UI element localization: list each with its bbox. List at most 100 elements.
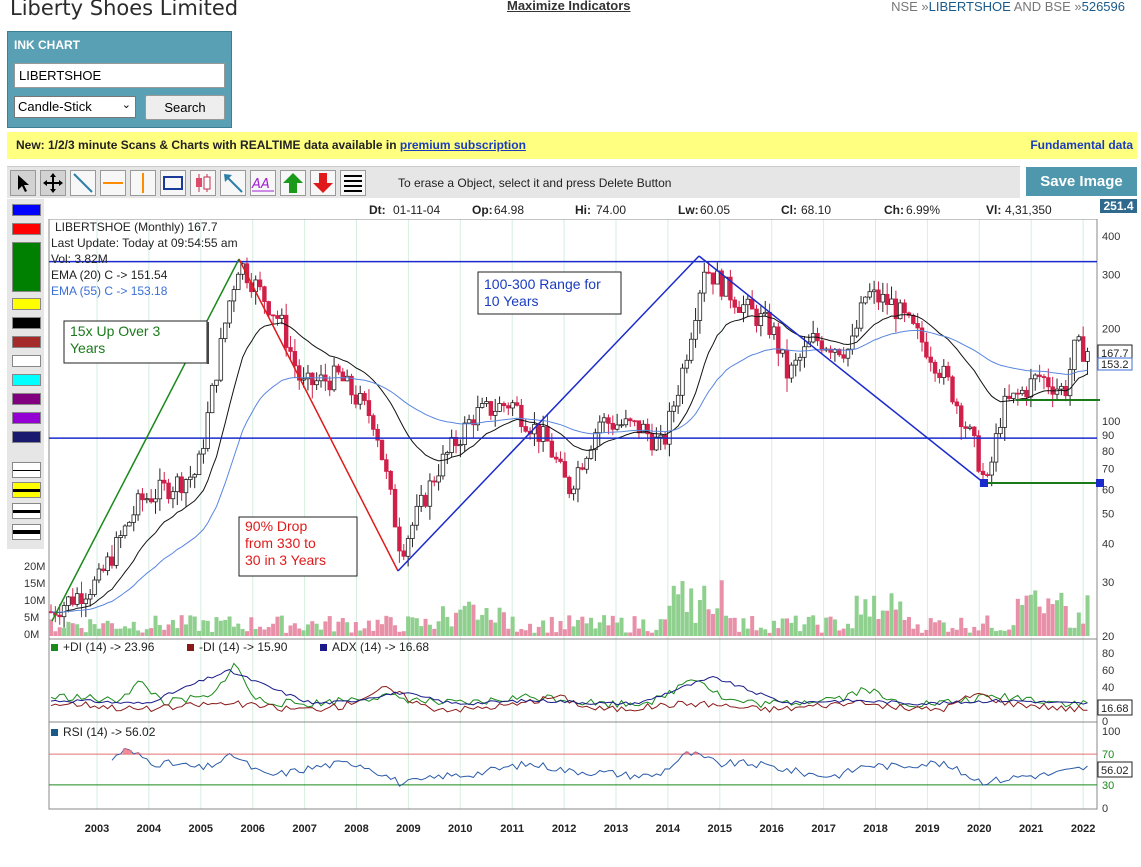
move-icon[interactable]	[40, 170, 66, 196]
candle-body	[658, 434, 663, 438]
year-label: 2017	[811, 823, 835, 835]
year-label: 2010	[448, 823, 472, 835]
volume-bar	[528, 623, 533, 636]
volume-bar	[336, 621, 341, 636]
volume-bar	[1015, 598, 1020, 636]
premium-subscription-link[interactable]: premium subscription	[400, 138, 526, 152]
candle-body	[192, 474, 197, 478]
volume-bar	[1002, 630, 1007, 636]
rsi-tick-label: 70	[1102, 749, 1114, 761]
candle-body	[902, 302, 907, 314]
candle-body	[741, 304, 746, 313]
volume-bar	[484, 608, 489, 636]
last-price-badge: 251.4	[1100, 199, 1137, 213]
volume-bar	[1076, 612, 1081, 636]
trendline-icon[interactable]	[70, 170, 96, 196]
volume-bar	[1041, 613, 1046, 636]
candle-body	[523, 426, 528, 432]
volume-bar	[493, 622, 498, 636]
chart-type-select[interactable]: Candle-Stick ⌄	[14, 96, 136, 118]
pointer-icon[interactable]	[10, 170, 36, 196]
candle-body	[410, 524, 415, 539]
candle-body	[1076, 336, 1082, 341]
candle-body	[549, 440, 555, 458]
ch-value: 6.99%	[906, 203, 941, 217]
volume-bar	[227, 616, 232, 636]
volume-bar	[893, 609, 898, 636]
volume-bar	[210, 631, 215, 636]
down-arrow-icon[interactable]	[310, 170, 336, 196]
vertical-line-icon[interactable]	[130, 170, 156, 196]
annotation-range[interactable]: 100-300 Range for 10 Years	[477, 271, 622, 315]
volume-bar	[240, 628, 245, 636]
candle-body	[135, 493, 141, 516]
fundamental-data-link[interactable]: Fundamental data	[1030, 132, 1133, 159]
up-arrow-icon[interactable]	[280, 170, 306, 196]
nse-code-link[interactable]: LIBERTSHOE	[929, 0, 1011, 14]
arrow-line-icon[interactable]	[220, 170, 246, 196]
bse-code-link[interactable]: 526596	[1082, 0, 1125, 14]
candle-body	[945, 365, 951, 378]
horizontal-line-icon[interactable]	[100, 170, 126, 196]
volume-bar	[1081, 623, 1086, 636]
candle-body	[628, 418, 633, 422]
volume-bar	[597, 622, 602, 636]
volume-bar	[724, 615, 729, 636]
volume-tick-label: 0M	[24, 629, 39, 641]
volume-bar	[214, 617, 219, 636]
text-icon[interactable]: AA	[250, 170, 276, 196]
legend-update: Last Update: Today at 09:54:55 am	[51, 236, 238, 250]
candle-body	[223, 322, 228, 339]
price-tick-label: 300	[1102, 269, 1120, 281]
save-image-button[interactable]: Save Image	[1026, 167, 1137, 196]
svg-text:AA: AA	[251, 177, 270, 192]
search-button[interactable]: Search	[145, 95, 225, 120]
candle-body	[74, 593, 80, 605]
volume-bar	[771, 620, 776, 636]
candle-body	[1024, 389, 1029, 398]
candle-body	[689, 338, 694, 361]
price-chart[interactable]: 4003002001009080706050403020 20M15M10M5M…	[0, 219, 1141, 842]
candle-body	[980, 470, 986, 476]
volume-bar	[301, 630, 306, 636]
volume-bar	[1024, 595, 1029, 636]
candle-icon[interactable]	[190, 170, 216, 196]
volume-bar	[623, 632, 628, 636]
volume-bar	[1050, 604, 1055, 636]
symbol-input[interactable]: LIBERTSHOE	[14, 63, 225, 88]
rectangle-icon[interactable]	[160, 170, 186, 196]
volume-bar	[880, 610, 885, 636]
drawing-toolbar: AA To erase a Object, select it and pres…	[7, 166, 1020, 198]
candle-body	[553, 456, 559, 460]
volume-bar	[462, 605, 467, 636]
volume-bar	[641, 619, 646, 636]
candle-body	[70, 596, 75, 605]
candle-body	[771, 326, 777, 335]
color-swatch[interactable]	[12, 204, 41, 216]
price-tick-label: 40	[1102, 538, 1114, 550]
candle-body	[275, 315, 280, 319]
volume-bar	[989, 627, 994, 636]
candle-body	[466, 419, 472, 424]
volume-bar	[406, 616, 411, 636]
volume-bar	[410, 617, 415, 636]
volume-bar	[332, 631, 337, 636]
candle-body	[96, 568, 102, 581]
volume-bar	[192, 616, 197, 636]
maximize-indicators-link[interactable]: Maximize Indicators	[507, 0, 631, 13]
vl-label: Vl:	[986, 203, 1002, 217]
volume-bar	[911, 628, 916, 636]
candle-body	[985, 474, 990, 477]
candle-body	[148, 498, 154, 503]
annotation-up[interactable]: 15x Up Over 3 Years	[63, 320, 209, 364]
candle-body	[196, 453, 202, 476]
annotation-drop[interactable]: 90% Drop from 330 to 30 in 3 Years	[238, 516, 358, 577]
lines-icon[interactable]	[340, 170, 366, 196]
candle-body	[83, 598, 89, 605]
volume-bar	[850, 628, 855, 636]
volume-bar	[867, 616, 872, 636]
volume-tick-label: 20M	[24, 561, 45, 573]
volume-bar	[1072, 627, 1077, 636]
candle-body	[567, 476, 572, 495]
candle-body	[584, 457, 589, 470]
